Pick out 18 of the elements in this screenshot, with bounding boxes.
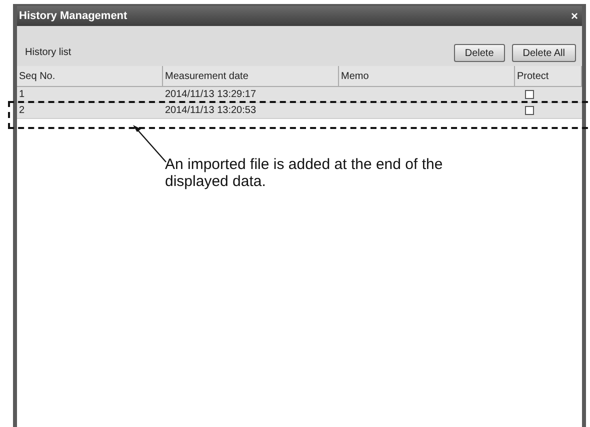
toolbar-button[interactable]: Delete: [454, 44, 505, 62]
section-label: History list: [25, 46, 72, 60]
column-header[interactable]: Seq No.: [17, 66, 163, 86]
protect-checkbox[interactable]: [525, 106, 534, 115]
column-header[interactable]: Protect: [515, 66, 582, 86]
table-row[interactable]: 2 2014/11/13 13:20:53: [17, 103, 582, 119]
table-row[interactable]: 1 2014/11/13 13:29:17: [17, 87, 582, 103]
column-header[interactable]: Memo: [339, 66, 515, 86]
table-cell-text: 1: [18, 88, 26, 102]
column-header[interactable]: Measurement date: [163, 66, 339, 86]
table-cell-text: 2: [18, 104, 26, 118]
close-button[interactable]: ×: [568, 10, 580, 22]
toolbar-button[interactable]: Delete All: [512, 44, 576, 62]
window-title: History Management: [19, 8, 128, 24]
annotation-text: An imported file is added at the end of the displayed data.: [165, 156, 444, 190]
protect-checkbox[interactable]: [525, 90, 534, 99]
table-cell-text: 2014/11/13 13:20:53: [164, 104, 258, 118]
table-cell-text: 2014/11/13 13:29:17: [164, 88, 258, 102]
